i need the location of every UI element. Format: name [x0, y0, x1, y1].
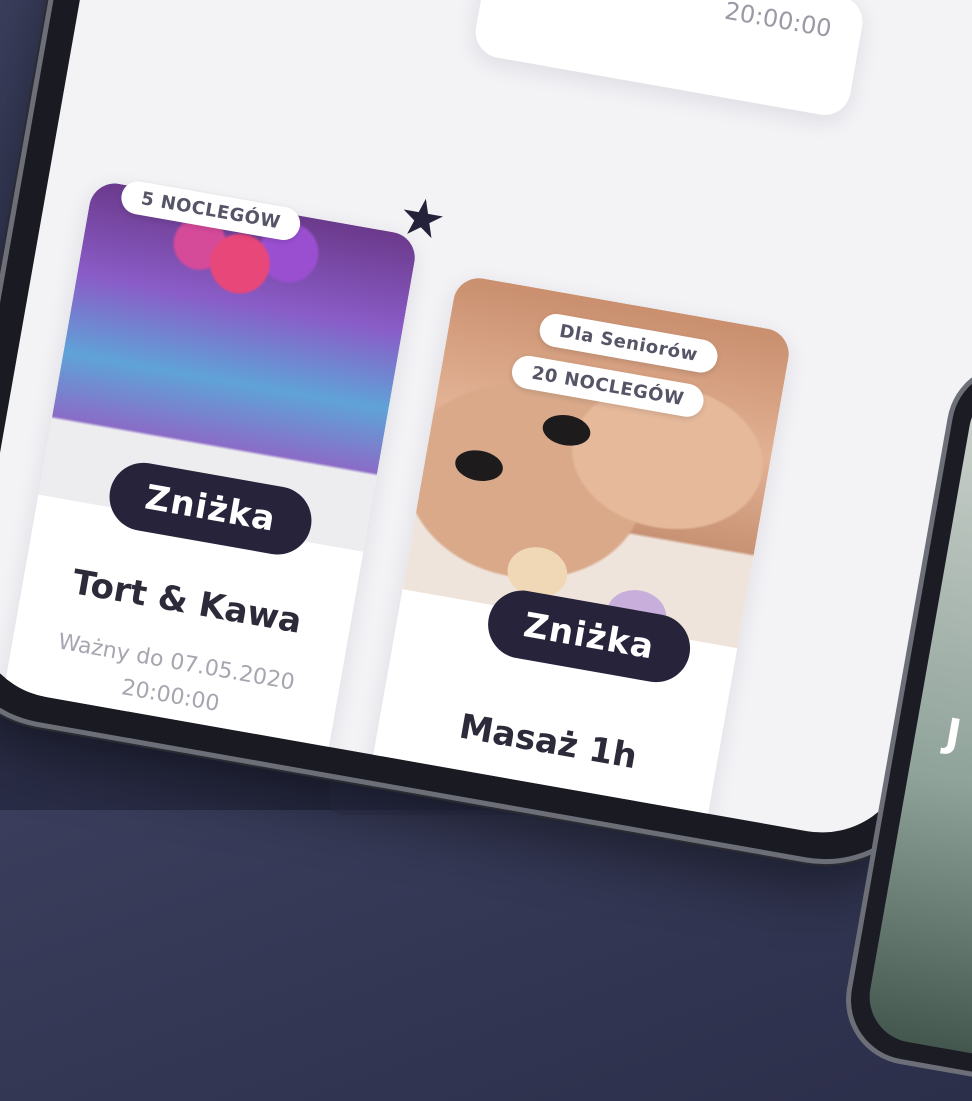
offer-card-partial[interactable]: 20:00:00: [471, 0, 867, 120]
phone-mockup: 20:00:00 5 NOCLEGÓW Zniżka Tort & Kawa W…: [0, 0, 972, 877]
offer-card-tort-kawa[interactable]: 5 NOCLEGÓW Zniżka Tort & Kawa Ważny do 0…: [0, 178, 419, 769]
validity-text: 20:00:00: [722, 0, 834, 43]
hot-stone: [540, 411, 593, 450]
phone-screen: 20:00:00 5 NOCLEGÓW Zniżka Tort & Kawa W…: [0, 0, 972, 847]
star-icon[interactable]: ★: [394, 185, 450, 252]
offer-title: Masaż 1h: [456, 706, 640, 778]
second-phone-letter: J: [941, 710, 965, 759]
hot-stone: [452, 446, 506, 485]
offer-card-masaz[interactable]: Dla Seniorów 20 NOCLEGÓW Zniżka Masaż 1h…: [360, 274, 793, 847]
